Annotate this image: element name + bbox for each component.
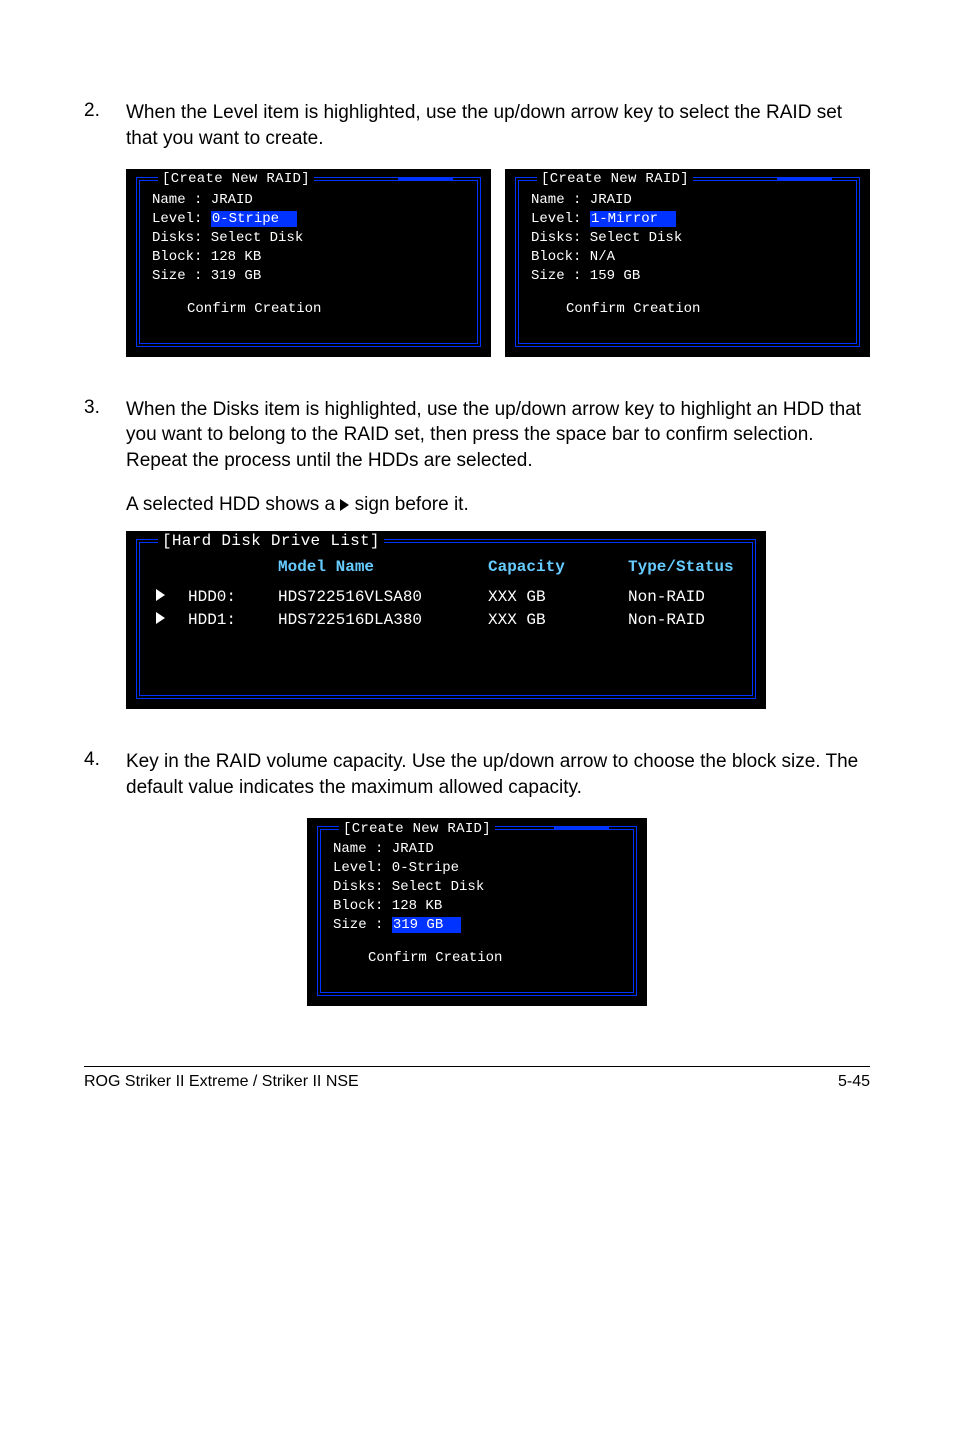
field-name: Name : JRAID bbox=[333, 841, 434, 857]
step-number: 4. bbox=[84, 749, 126, 800]
panel-title: [Hard Disk Drive List] bbox=[158, 531, 384, 553]
page-footer: ROG Striker II Extreme / Striker II NSE … bbox=[84, 1073, 870, 1131]
footer-divider bbox=[84, 1066, 870, 1067]
disk-model: HDS722516VLSA80 bbox=[278, 587, 488, 609]
confirm-creation[interactable]: Confirm Creation bbox=[566, 301, 700, 317]
disk-row[interactable]: HDD1: HDS722516DLA380 XXX GB Non-RAID bbox=[156, 610, 736, 632]
panels-row: [Create New RAID] Name : JRAID Level: 0-… bbox=[126, 169, 870, 356]
disk-list-panel: [Hard Disk Drive List] Model Name Capaci… bbox=[126, 531, 766, 709]
field-level-label: Level: bbox=[531, 211, 590, 227]
disk-id: HDD1: bbox=[188, 610, 278, 632]
step-3: 3. When the Disks item is highlighted, u… bbox=[84, 397, 870, 474]
disk-capacity: XXX GB bbox=[488, 587, 628, 609]
step-text: When the Level item is highlighted, use … bbox=[126, 100, 870, 151]
field-size: Size : 319 GB bbox=[152, 268, 261, 284]
selected-icon bbox=[156, 589, 165, 601]
field-size-value[interactable]: 319 GB bbox=[392, 917, 461, 933]
panel-title: [Create New RAID] bbox=[537, 170, 693, 189]
note-post: sign before it. bbox=[349, 494, 468, 515]
panel-title-rule bbox=[554, 827, 609, 829]
terminal-panel-size: [Create New RAID] Name : JRAID Level: 0-… bbox=[307, 818, 647, 1005]
step-2: 2. When the Level item is highlighted, u… bbox=[84, 100, 870, 151]
step-text: Key in the RAID volume capacity. Use the… bbox=[126, 749, 870, 800]
disk-capacity: XXX GB bbox=[488, 610, 628, 632]
note-pre: A selected HDD shows a bbox=[126, 494, 340, 515]
col-capacity: Capacity bbox=[488, 557, 628, 579]
panel-title-rule bbox=[398, 178, 453, 180]
field-size-label: Size : bbox=[333, 917, 392, 933]
disk-type: Non-RAID bbox=[628, 587, 736, 609]
disk-type: Non-RAID bbox=[628, 610, 736, 632]
field-block: Block: 128 KB bbox=[333, 898, 442, 914]
selected-icon bbox=[156, 612, 165, 624]
col-type: Type/Status bbox=[628, 557, 736, 579]
field-block: Block: 128 KB bbox=[152, 249, 261, 265]
footer-left: ROG Striker II Extreme / Striker II NSE bbox=[84, 1073, 359, 1091]
step-number: 2. bbox=[84, 100, 126, 151]
field-disks: Disks: Select Disk bbox=[333, 879, 484, 895]
field-disks: Disks: Select Disk bbox=[152, 230, 303, 246]
field-level: Level: 0-Stripe bbox=[333, 860, 459, 876]
panel-title-rule bbox=[777, 178, 832, 180]
field-level-label: Level: bbox=[152, 211, 211, 227]
step-3-note: A selected HDD shows a sign before it. bbox=[126, 492, 870, 518]
disk-id: HDD0: bbox=[188, 587, 278, 609]
field-level-value[interactable]: 0-Stripe bbox=[211, 211, 297, 227]
disk-list-header: Model Name Capacity Type/Status bbox=[188, 557, 736, 579]
terminal-panel-left: [Create New RAID] Name : JRAID Level: 0-… bbox=[126, 169, 491, 356]
field-disks: Disks: Select Disk bbox=[531, 230, 682, 246]
field-level-value[interactable]: 1-Mirror bbox=[590, 211, 676, 227]
field-name: Name : JRAID bbox=[152, 192, 253, 208]
step-4: 4. Key in the RAID volume capacity. Use … bbox=[84, 749, 870, 800]
terminal-panel-right: [Create New RAID] Name : JRAID Level: 1-… bbox=[505, 169, 870, 356]
confirm-creation[interactable]: Confirm Creation bbox=[368, 950, 502, 966]
disk-model: HDS722516DLA380 bbox=[278, 610, 488, 632]
step-text: When the Disks item is highlighted, use … bbox=[126, 397, 870, 474]
field-size: Size : 159 GB bbox=[531, 268, 640, 284]
field-name: Name : JRAID bbox=[531, 192, 632, 208]
field-block: Block: N/A bbox=[531, 249, 615, 265]
panel-title: [Create New RAID] bbox=[158, 170, 314, 189]
confirm-creation[interactable]: Confirm Creation bbox=[187, 301, 321, 317]
footer-right: 5-45 bbox=[838, 1073, 870, 1091]
step-number: 3. bbox=[84, 397, 126, 474]
col-model: Model Name bbox=[278, 557, 488, 579]
disk-row[interactable]: HDD0: HDS722516VLSA80 XXX GB Non-RAID bbox=[156, 587, 736, 609]
panel-title: [Create New RAID] bbox=[339, 820, 495, 839]
